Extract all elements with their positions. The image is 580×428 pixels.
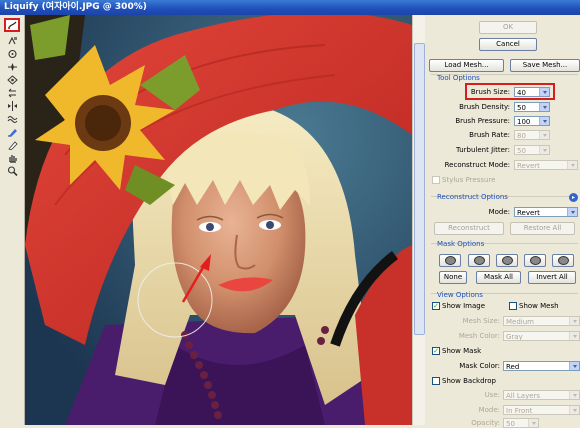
chevron-down-icon <box>539 146 549 154</box>
chevron-down-icon <box>539 131 549 139</box>
backdrop-mode-select: In Front <box>503 405 580 415</box>
chevron-down-icon[interactable] <box>567 208 577 216</box>
backdrop-use-select: All Layers <box>503 390 580 400</box>
subtract-from-selection-icon[interactable] <box>496 254 518 267</box>
push-left-tool-icon[interactable] <box>6 88 19 98</box>
turbulence-tool-icon[interactable] <box>6 114 19 124</box>
brush-density-field[interactable]: 50 <box>514 102 550 112</box>
pucker-tool-icon[interactable] <box>6 62 19 72</box>
turbulent-jitter-label: Turbulent Jitter: <box>456 146 510 154</box>
add-to-selection-icon[interactable] <box>468 254 490 267</box>
brush-pressure-value: 100 <box>517 118 531 126</box>
show-mask-label: Show Mask <box>442 347 482 355</box>
cancel-button[interactable]: Cancel <box>479 38 537 51</box>
brush-density-value: 50 <box>517 104 526 112</box>
invert-selection-icon[interactable] <box>552 254 574 267</box>
liquify-canvas[interactable] <box>25 15 412 425</box>
liquify-toolbar <box>0 15 25 425</box>
reconstruct-tool-icon[interactable] <box>6 36 19 46</box>
tool-options-title: Tool Options <box>437 74 480 82</box>
ok-button[interactable]: OK <box>479 21 537 34</box>
brush-rate-value: 80 <box>517 132 526 140</box>
canvas-scrollbar[interactable] <box>412 15 425 425</box>
mask-color-select[interactable]: Red <box>503 361 580 371</box>
show-mesh-checkbox[interactable] <box>509 302 517 310</box>
mesh-color-select: Gray <box>503 331 580 341</box>
backdrop-mode-value: In Front <box>506 407 533 415</box>
backdrop-opacity-value: 50 <box>506 420 515 428</box>
load-mesh-button[interactable]: Load Mesh... <box>429 59 504 72</box>
brush-density-label: Brush Density: <box>459 103 510 111</box>
brush-rate-field: 80 <box>514 130 550 140</box>
mesh-size-label: Mesh Size: <box>462 317 500 325</box>
twirl-clockwise-tool-icon[interactable] <box>6 49 19 59</box>
stylus-pressure-checkbox <box>432 176 440 184</box>
chevron-down-icon <box>569 406 579 414</box>
invert-all-button[interactable]: Invert All <box>528 271 576 284</box>
options-panel: OK Cancel Load Mesh... Save Mesh... Tool… <box>425 15 580 428</box>
chevron-down-icon <box>567 161 577 169</box>
backdrop-use-value: All Layers <box>506 392 541 400</box>
chevron-down-icon <box>569 332 579 340</box>
reconstruct-options-mode-value: Revert <box>517 209 540 217</box>
reconstruct-mode-value: Revert <box>517 162 540 170</box>
show-image-label: Show Image <box>442 302 486 310</box>
thaw-mask-tool-icon[interactable] <box>6 140 19 150</box>
window-title: Liquify (여자아이.JPG @ 300%) <box>4 2 147 12</box>
turbulent-jitter-field: 50 <box>514 145 550 155</box>
brush-pressure-field[interactable]: 100 <box>514 116 550 126</box>
show-image-checkbox[interactable]: ✓ <box>432 302 440 310</box>
chevron-down-icon <box>569 391 579 399</box>
brush-size-highlight <box>465 83 555 100</box>
forward-warp-tool-icon[interactable] <box>4 18 20 32</box>
backdrop-opacity-field: 50 <box>503 418 539 428</box>
brush-rate-label: Brush Rate: <box>469 131 510 139</box>
turbulent-jitter-value: 50 <box>517 147 526 155</box>
save-mesh-button[interactable]: Save Mesh... <box>510 59 580 72</box>
scrollbar-thumb[interactable] <box>414 43 425 335</box>
brush-pressure-label: Brush Pressure: <box>455 117 510 125</box>
mask-none-button[interactable]: None <box>439 271 467 284</box>
photo-image <box>25 15 412 425</box>
mesh-size-value: Medium <box>506 318 534 326</box>
restore-all-button[interactable]: Restore All <box>510 222 575 235</box>
mask-all-button[interactable]: Mask All <box>476 271 521 284</box>
reconstruct-button[interactable]: Reconstruct <box>434 222 504 235</box>
chevron-down-icon[interactable] <box>569 362 579 370</box>
backdrop-opacity-label: Opacity: <box>471 419 500 427</box>
stylus-pressure-label: Stylus Pressure <box>442 176 496 184</box>
mask-color-label: Mask Color: <box>459 362 500 370</box>
mesh-color-label: Mesh Color: <box>458 332 500 340</box>
backdrop-use-label: Use: <box>484 391 500 399</box>
mask-options-title: Mask Options <box>437 240 485 248</box>
reconstruct-mode-select: Revert <box>514 160 578 170</box>
window-title-bar: Liquify (여자아이.JPG @ 300%) <box>0 0 580 15</box>
chevron-down-icon[interactable] <box>539 103 549 111</box>
chevron-down-icon[interactable] <box>539 117 549 125</box>
chevron-down-icon <box>528 419 538 427</box>
reconstruct-mode-label-2: Mode: <box>488 208 510 216</box>
show-backdrop-checkbox[interactable] <box>432 377 440 385</box>
backdrop-mode-label: Mode: <box>478 406 500 414</box>
mesh-color-value: Gray <box>506 333 523 341</box>
bloat-tool-icon[interactable] <box>6 75 19 85</box>
reconstruct-options-title: Reconstruct Options <box>437 193 508 201</box>
reconstruct-options-mode-select[interactable]: Revert <box>514 207 578 217</box>
mirror-tool-icon[interactable] <box>6 101 19 111</box>
view-options-title: View Options <box>437 291 483 299</box>
freeze-mask-tool-icon[interactable] <box>6 127 19 137</box>
mesh-size-select: Medium <box>503 316 580 326</box>
show-backdrop-label: Show Backdrop <box>442 377 497 385</box>
reconstruct-mode-label: Reconstruct Mode: <box>444 161 510 169</box>
show-mesh-label: Show Mesh <box>519 302 559 310</box>
show-mask-checkbox[interactable]: ✓ <box>432 347 440 355</box>
hand-tool-icon[interactable] <box>6 153 19 163</box>
chevron-down-icon <box>569 317 579 325</box>
zoom-tool-icon[interactable] <box>6 166 19 176</box>
mask-color-value: Red <box>506 363 520 371</box>
play-icon[interactable]: ▸ <box>569 193 578 202</box>
intersect-with-selection-icon[interactable] <box>524 254 546 267</box>
replace-selection-icon[interactable] <box>439 254 461 267</box>
